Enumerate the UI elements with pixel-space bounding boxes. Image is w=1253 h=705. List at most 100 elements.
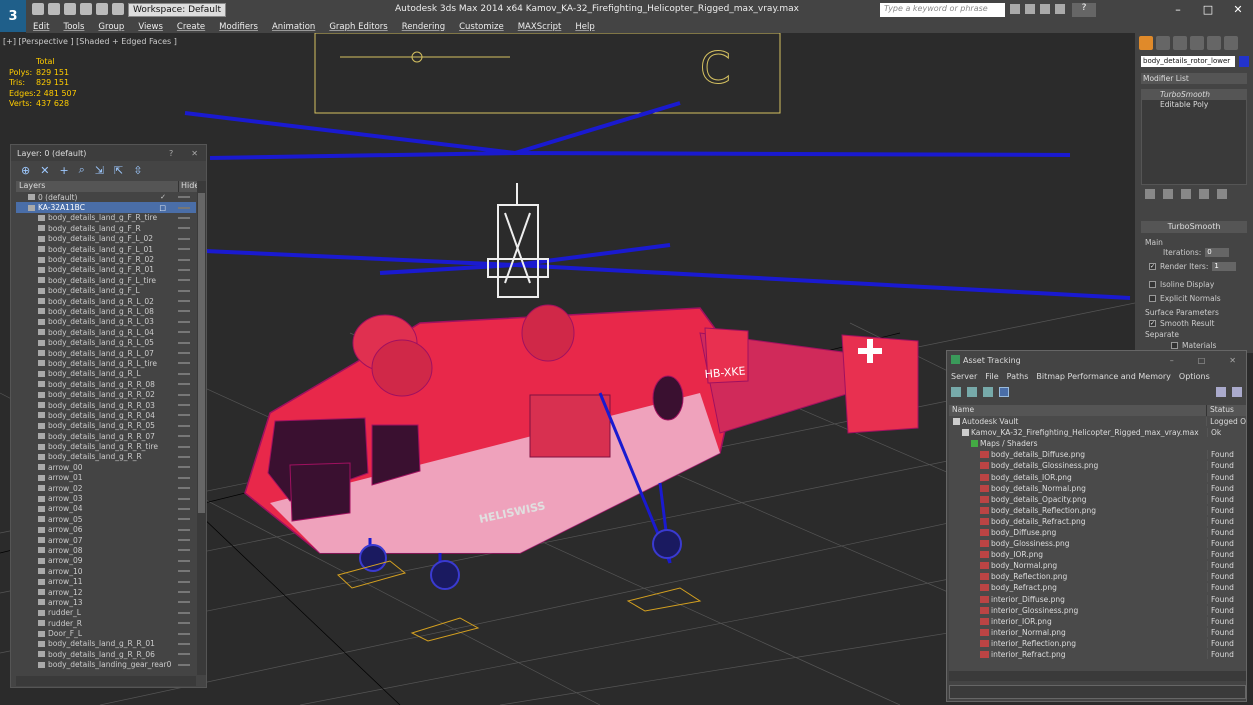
layer-vertical-scrollbar[interactable] xyxy=(197,181,206,675)
layer-row[interactable]: Door_F_L xyxy=(16,628,196,638)
hide-toggle[interactable] xyxy=(178,570,190,573)
refresh-icon[interactable] xyxy=(951,387,961,397)
asset-row[interactable]: body_details_IOR.png Found xyxy=(949,471,1246,482)
save-file-icon[interactable] xyxy=(64,3,76,15)
layer-row[interactable]: body_details_land_g_R_R xyxy=(16,452,196,462)
turbosmooth-rollout-header[interactable]: TurboSmooth xyxy=(1141,221,1247,233)
layer-row[interactable]: body_details_land_g_F_L_02 xyxy=(16,234,196,244)
asset-horizontal-scrollbar[interactable] xyxy=(949,671,1246,681)
asset-menu-paths[interactable]: Paths xyxy=(1007,372,1029,381)
layer-window-titlebar[interactable]: Layer: 0 (default) ? ✕ xyxy=(11,145,206,161)
hide-toggle[interactable] xyxy=(178,279,190,282)
asset-row[interactable]: interior_IOR.png Found xyxy=(949,616,1246,627)
hide-toggle[interactable] xyxy=(178,258,190,261)
stack-item-turbosmooth[interactable]: TurboSmooth xyxy=(1142,90,1246,100)
layer-row[interactable]: rudder_R xyxy=(16,618,196,628)
hide-toggle[interactable] xyxy=(178,237,190,240)
hide-all-icon[interactable]: ⇱ xyxy=(114,164,123,177)
asset-row[interactable]: Maps / Shaders xyxy=(949,438,1246,449)
layer-row[interactable]: body_details_land_g_R_R_07 xyxy=(16,431,196,441)
new-file-icon[interactable] xyxy=(32,3,44,15)
menu-edit[interactable]: Edit xyxy=(26,22,56,32)
asset-row[interactable]: Autodesk Vault Logged O xyxy=(949,416,1246,427)
hide-toggle[interactable] xyxy=(178,331,190,334)
layer-row[interactable]: arrow_06 xyxy=(16,525,196,535)
layer-row[interactable]: KA-32A11BC □ xyxy=(16,202,196,213)
layer-row[interactable]: body_details_land_g_F_L xyxy=(16,286,196,296)
layer-row[interactable]: body_details_land_g_R_R_04 xyxy=(16,410,196,420)
asset-row[interactable]: body_Diffuse.png Found xyxy=(949,527,1246,538)
asset-row[interactable]: body_Normal.png Found xyxy=(949,560,1246,571)
hide-toggle[interactable] xyxy=(178,341,190,344)
layer-row[interactable]: body_details_land_g_R_L_03 xyxy=(16,317,196,327)
layer-row[interactable]: body_details_land_g_R_L_05 xyxy=(16,337,196,347)
layer-row[interactable]: body_details_land_g_R_R_05 xyxy=(16,421,196,431)
hide-toggle[interactable] xyxy=(178,653,190,656)
layer-row[interactable]: arrow_07 xyxy=(16,535,196,545)
asset-row[interactable]: body_details_Diffuse.png Found xyxy=(949,449,1246,460)
layer-row[interactable]: body_details_land_g_R_R_08 xyxy=(16,379,196,389)
menu-tools[interactable]: Tools xyxy=(56,22,91,32)
favorites-star-icon[interactable] xyxy=(1055,4,1065,14)
asset-row[interactable]: interior_Refract.png Found xyxy=(949,649,1246,660)
hide-toggle[interactable] xyxy=(178,300,190,303)
layer-row[interactable]: arrow_02 xyxy=(16,483,196,493)
detail-view-icon[interactable] xyxy=(983,387,993,397)
display-tab-icon[interactable] xyxy=(1207,36,1221,50)
maximize-button[interactable]: □ xyxy=(1193,0,1223,20)
hide-toggle[interactable] xyxy=(178,642,190,645)
asset-row[interactable]: body_details_Opacity.png Found xyxy=(949,494,1246,505)
table-view-icon[interactable] xyxy=(999,387,1009,397)
delete-layer-icon[interactable]: ✕ xyxy=(40,164,49,177)
select-in-layer-icon[interactable]: ⌕ xyxy=(79,163,85,177)
utilities-tab-icon[interactable] xyxy=(1224,36,1238,50)
close-button[interactable]: ✕ xyxy=(1223,0,1253,20)
asset-help-icon[interactable] xyxy=(1216,387,1226,397)
layer-row[interactable]: body_details_land_g_F_L_tire xyxy=(16,275,196,285)
menu-maxscript[interactable]: MAXScript xyxy=(511,22,569,32)
asset-row[interactable]: interior_Reflection.png Found xyxy=(949,638,1246,649)
add-to-layer-icon[interactable]: + xyxy=(59,164,68,177)
menu-create[interactable]: Create xyxy=(170,22,212,32)
app-logo-icon[interactable]: 3 xyxy=(0,0,26,32)
hide-toggle[interactable] xyxy=(178,601,190,604)
project-folder-icon[interactable] xyxy=(112,3,124,15)
layer-row[interactable]: body_details_landing_gear_rear0 xyxy=(16,660,196,670)
show-end-result-icon[interactable] xyxy=(1163,189,1173,199)
hide-toggle[interactable] xyxy=(178,393,190,396)
asset-menu-file[interactable]: File xyxy=(985,372,998,381)
layer-row[interactable]: arrow_03 xyxy=(16,493,196,503)
layer-row[interactable]: arrow_10 xyxy=(16,566,196,576)
layer-horizontal-scrollbar[interactable] xyxy=(16,676,196,686)
asset-menu-bitmap-performance-and-memory[interactable]: Bitmap Performance and Memory xyxy=(1036,372,1171,381)
object-color-swatch[interactable] xyxy=(1239,56,1249,67)
layer-row[interactable]: arrow_08 xyxy=(16,545,196,555)
object-name-field[interactable]: body_details_rotor_lower xyxy=(1141,56,1235,67)
hide-toggle[interactable] xyxy=(178,206,190,209)
layer-help-button[interactable]: ? xyxy=(169,149,173,158)
layer-row[interactable]: body_details_land_g_F_R_02 xyxy=(16,254,196,264)
search-input[interactable]: Type a keyword or phrase xyxy=(880,3,1005,17)
layer-row[interactable]: arrow_05 xyxy=(16,514,196,524)
render-iters-spinner[interactable]: 1 xyxy=(1212,262,1237,271)
asset-row[interactable]: body_details_Normal.png Found xyxy=(949,483,1246,494)
menu-rendering[interactable]: Rendering xyxy=(395,22,452,32)
layer-row[interactable]: body_details_land_g_F_R_tire xyxy=(16,213,196,223)
hide-toggle[interactable] xyxy=(178,507,190,510)
smooth-result-checkbox[interactable]: ✓ xyxy=(1149,320,1156,327)
hide-toggle[interactable] xyxy=(178,487,190,490)
asset-row[interactable]: interior_Diffuse.png Found xyxy=(949,594,1246,605)
layer-row[interactable]: body_details_land_g_R_L_02 xyxy=(16,296,196,306)
hide-toggle[interactable] xyxy=(178,518,190,521)
list-view-icon[interactable] xyxy=(967,387,977,397)
asset-menu-options[interactable]: Options xyxy=(1179,372,1210,381)
layer-row[interactable]: rudder_L xyxy=(16,608,196,618)
hide-toggle[interactable] xyxy=(178,404,190,406)
open-file-icon[interactable] xyxy=(48,3,60,15)
asset-options-icon[interactable] xyxy=(1232,387,1242,397)
menu-group[interactable]: Group xyxy=(91,22,131,32)
workspace-dropdown[interactable]: Workspace: Default xyxy=(128,3,226,17)
iterations-spinner[interactable]: 0 xyxy=(1205,248,1230,257)
asset-row[interactable]: body_details_Reflection.png Found xyxy=(949,505,1246,516)
pin-stack-icon[interactable] xyxy=(1145,189,1155,199)
